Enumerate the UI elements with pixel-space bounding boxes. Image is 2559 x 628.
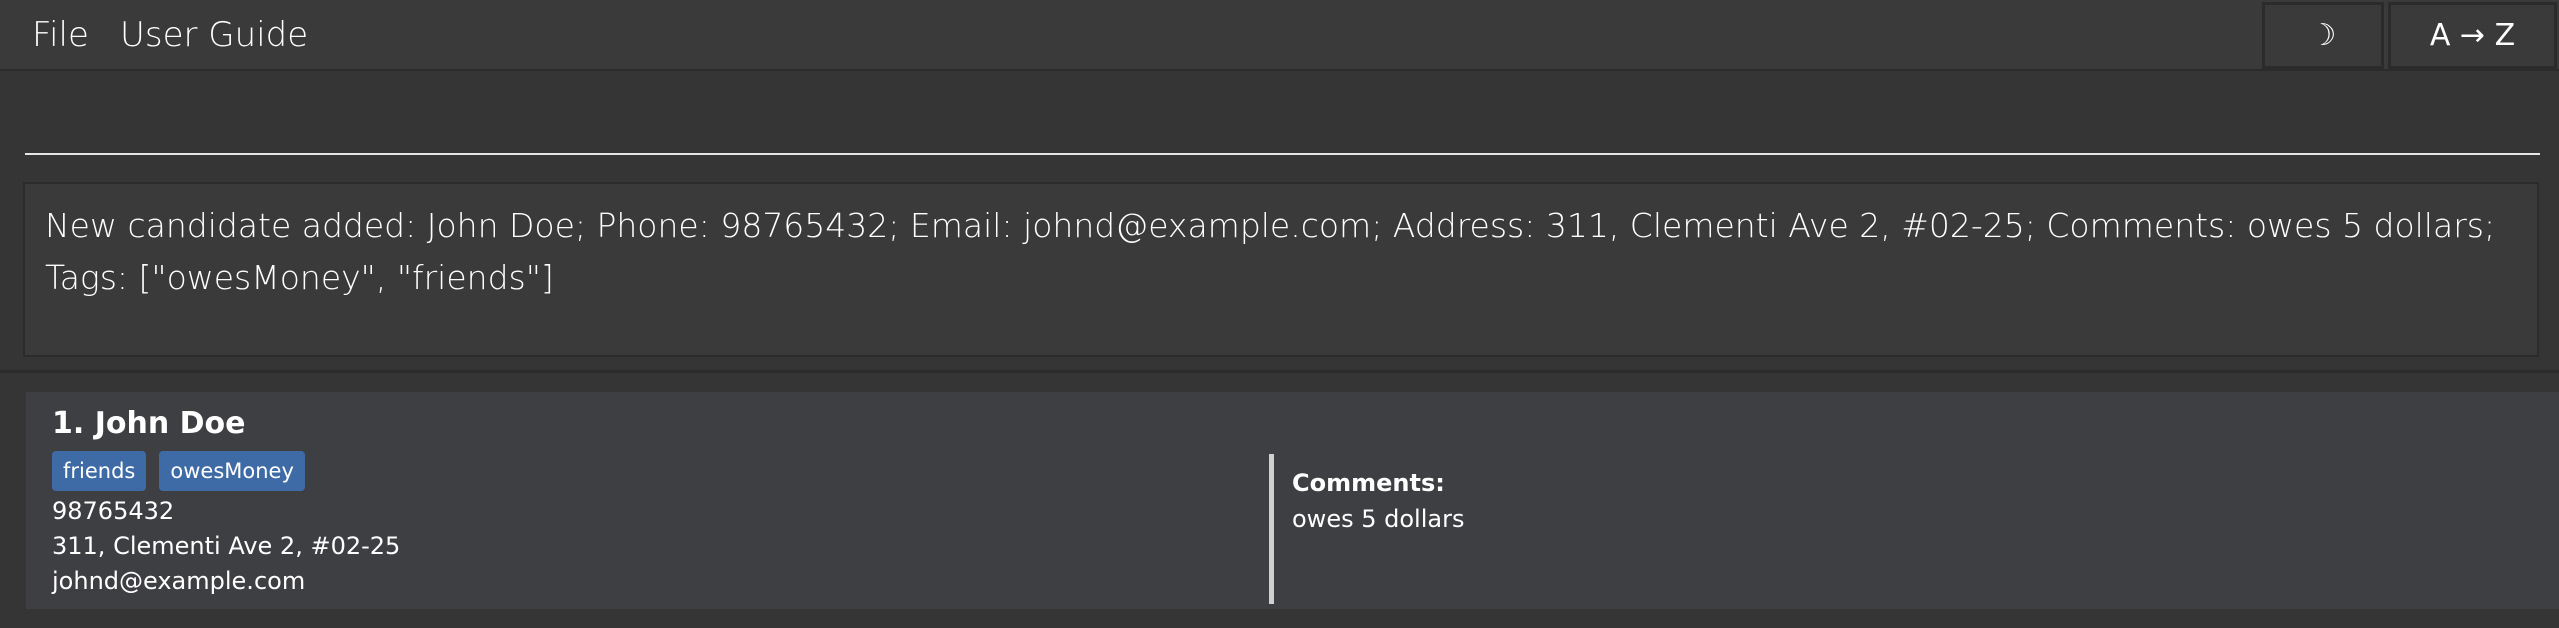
sort-button[interactable]: A → Z	[2388, 2, 2557, 69]
menu-user-guide[interactable]: User Guide	[120, 14, 308, 56]
command-box	[0, 71, 2559, 165]
person-name: 1. John Doe	[52, 406, 246, 441]
result-display-panel: New candidate added: John Doe; Phone: 98…	[0, 165, 2559, 370]
menu-file[interactable]: File	[32, 14, 89, 56]
tag-list: friends owesMoney	[52, 451, 305, 491]
person-email: johnd@example.com	[52, 567, 306, 595]
vertical-divider	[1269, 454, 1274, 604]
comments-text: owes 5 dollars	[1292, 505, 1465, 533]
tag-badge: owesMoney	[159, 451, 305, 491]
command-input[interactable]	[25, 81, 2540, 155]
person-address: 311, Clementi Ave 2, #02-25	[52, 532, 401, 560]
person-list[interactable]: 1. John Doe friends owesMoney 98765432 3…	[0, 370, 2559, 628]
moon-icon: ☽	[2309, 18, 2337, 53]
tag-badge: friends	[52, 451, 147, 491]
person-phone: 98765432	[52, 497, 175, 525]
result-display[interactable]: New candidate added: John Doe; Phone: 98…	[23, 182, 2539, 357]
person-card[interactable]: 1. John Doe friends owesMoney 98765432 3…	[26, 392, 2559, 609]
theme-toggle-button[interactable]: ☽	[2262, 2, 2384, 69]
menu-bar: File User Guide ☽ A → Z	[0, 0, 2559, 71]
sort-button-label: A → Z	[2429, 18, 2516, 53]
comments-label: Comments:	[1292, 469, 1445, 497]
